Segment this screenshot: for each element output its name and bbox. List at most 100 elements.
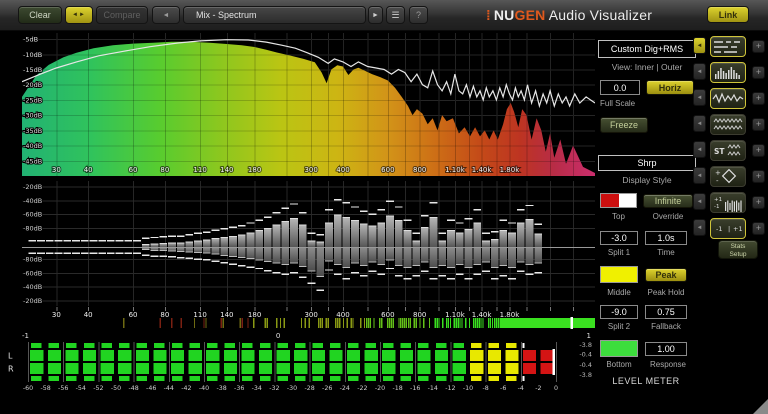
svg-text:+: +: [715, 169, 721, 177]
waveform-view-button[interactable]: [710, 88, 746, 109]
bottom-color-swatch[interactable]: [600, 340, 638, 357]
spectrum-histogram-view-button[interactable]: [710, 62, 746, 83]
svg-text:-20dB: -20dB: [23, 183, 42, 191]
help-button[interactable]: ?: [409, 6, 428, 24]
svg-text:-28: -28: [304, 385, 314, 392]
clear-button[interactable]: Clear: [18, 6, 62, 24]
full-scale-input[interactable]: 0.0: [600, 80, 640, 95]
svg-text:-20dB: -20dB: [23, 297, 42, 305]
stereo-waveform-icon: ST: [714, 144, 741, 156]
svg-text:-15dB: -15dB: [23, 66, 42, 74]
brand-nu: NU: [493, 7, 515, 23]
add-view-button-stereo-waveform[interactable]: +: [752, 144, 765, 157]
assign-left-button-spectrogram[interactable]: ◄: [693, 115, 706, 132]
svg-text:L: L: [8, 352, 13, 361]
svg-text:ST: ST: [714, 147, 725, 156]
time-input[interactable]: 1.0s: [645, 231, 687, 245]
correlation-meter-view-button[interactable]: -1 | +1: [710, 218, 746, 239]
svg-text:-34: -34: [252, 385, 262, 392]
display-style-dropdown[interactable]: Shrp: [598, 155, 696, 171]
svg-text:+1: +1: [714, 197, 722, 203]
display-row-spectrogram: ◄ +: [693, 114, 768, 136]
add-view-button-waveform[interactable]: +: [752, 92, 765, 105]
svg-text:1.40k: 1.40k: [472, 166, 493, 174]
middle-color-swatch[interactable]: [600, 266, 638, 283]
correlation-history-view-button[interactable]: +1 -1: [710, 192, 746, 213]
svg-text:-40: -40: [199, 385, 209, 392]
response-label: Response: [649, 360, 687, 369]
assign-left-button-spectrum-graph[interactable]: ◄: [693, 37, 706, 54]
display-row-spectrum-graph: ◄ +: [693, 36, 768, 58]
svg-text:-60dB: -60dB: [23, 211, 42, 219]
svg-text:-10dB: -10dB: [23, 51, 42, 59]
display-row-correlation-meter: ◄ -1 | +1 +: [693, 218, 768, 240]
svg-text:-30dB: -30dB: [23, 112, 42, 120]
resize-grip[interactable]: [753, 399, 768, 414]
svg-text:-80dB: -80dB: [23, 256, 42, 264]
add-view-button-spectrogram[interactable]: +: [752, 118, 765, 131]
top-color-swatch[interactable]: [600, 193, 637, 208]
peak-button[interactable]: Peak: [645, 268, 687, 282]
spectrum-graph-view-button[interactable]: [710, 36, 746, 57]
svg-text:-58: -58: [40, 385, 50, 392]
spectrogram-view-button[interactable]: [710, 114, 746, 135]
spectrum-display: -5dB -10dB -15dB -20dB -25dB -30dB -35dB -40dB -…: [22, 33, 595, 176]
assign-left-button-vectorscope[interactable]: ◄: [693, 167, 706, 184]
assign-left-button-correlation-history[interactable]: ◄: [693, 193, 706, 210]
svg-text:-60: -60: [23, 385, 33, 392]
preset-dropdown[interactable]: Mix - Spectrum: [183, 6, 366, 24]
add-view-button-correlation-history[interactable]: +: [752, 196, 765, 209]
swap-arrows-button[interactable]: ◄►: [65, 6, 93, 24]
correlation-meter-icon: -1 | +1: [716, 225, 743, 233]
svg-text:-45dB: -45dB: [23, 157, 42, 165]
svg-text:800: 800: [413, 166, 426, 174]
prev-preset-button[interactable]: ◄: [152, 6, 180, 24]
brand-gen: GEN: [514, 7, 546, 23]
response-input[interactable]: 1.00: [645, 342, 687, 356]
bottom-label: Bottom: [606, 360, 632, 369]
logo-dots-icon: ⁞: [486, 7, 491, 23]
svg-text:-3.8: -3.8: [579, 341, 592, 349]
link-button[interactable]: Link: [707, 6, 749, 23]
split2-input[interactable]: -9.0: [600, 305, 638, 319]
svg-text:-36: -36: [234, 385, 244, 392]
horiz-button[interactable]: Horiz: [646, 80, 694, 95]
fallback-input[interactable]: 0.75: [645, 305, 687, 319]
add-view-button-spectrum-graph[interactable]: +: [752, 40, 765, 53]
vectorscope-view-button[interactable]: + -: [710, 166, 746, 187]
middle-label: Middle: [607, 288, 631, 297]
preset-list-icon[interactable]: ☰: [386, 6, 405, 24]
svg-text:-: -: [716, 177, 719, 185]
assign-left-button-correlation-meter[interactable]: ◄: [693, 219, 706, 236]
channel-spectrum-display: -20dB -40dB -60dB -80dB -80dB -60dB -40dB -20dB…: [22, 181, 595, 318]
add-view-button-vectorscope[interactable]: +: [752, 170, 765, 183]
add-view-button-spectrum-histogram[interactable]: +: [752, 66, 765, 79]
assign-left-button-waveform[interactable]: ◄: [693, 89, 706, 106]
split1-input[interactable]: -3.0: [600, 231, 638, 245]
assign-left-button-spectrum-histogram[interactable]: ◄: [693, 63, 706, 80]
level-meter-title: LEVEL METER: [612, 376, 680, 386]
svg-text:-48: -48: [128, 385, 138, 392]
add-view-button-correlation-meter[interactable]: +: [752, 222, 765, 235]
plugin-window: Clear ◄► Compare ◄ Mix - Spectrum ► ☰ ? …: [0, 0, 768, 414]
view-mode-label[interactable]: View: Inner | Outer: [598, 62, 696, 72]
fallback-label: Fallback: [651, 322, 681, 331]
stats-setup-button[interactable]: Stats Setup: [718, 240, 758, 259]
play-button[interactable]: ►: [368, 6, 383, 24]
waveform-icon: [712, 92, 744, 104]
svg-text:-20dB: -20dB: [23, 81, 42, 89]
svg-text:-40dB: -40dB: [23, 283, 42, 291]
svg-text:-16: -16: [410, 385, 420, 392]
svg-text:-6: -6: [500, 385, 506, 392]
infinite-button[interactable]: Infinite: [643, 194, 693, 208]
freeze-button[interactable]: Freeze: [600, 117, 648, 133]
svg-text:-44: -44: [164, 385, 174, 392]
display-style-label: Display Style: [622, 175, 672, 185]
svg-text:-22: -22: [357, 385, 367, 392]
svg-text:-26: -26: [322, 385, 332, 392]
stereo-waveform-view-button[interactable]: ST: [710, 140, 746, 161]
compare-button[interactable]: Compare: [96, 6, 148, 24]
assign-left-button-stereo-waveform[interactable]: ◄: [693, 141, 706, 158]
meter-mode-dropdown[interactable]: Custom Dig+RMS: [598, 40, 696, 58]
svg-text:-14: -14: [428, 385, 438, 392]
